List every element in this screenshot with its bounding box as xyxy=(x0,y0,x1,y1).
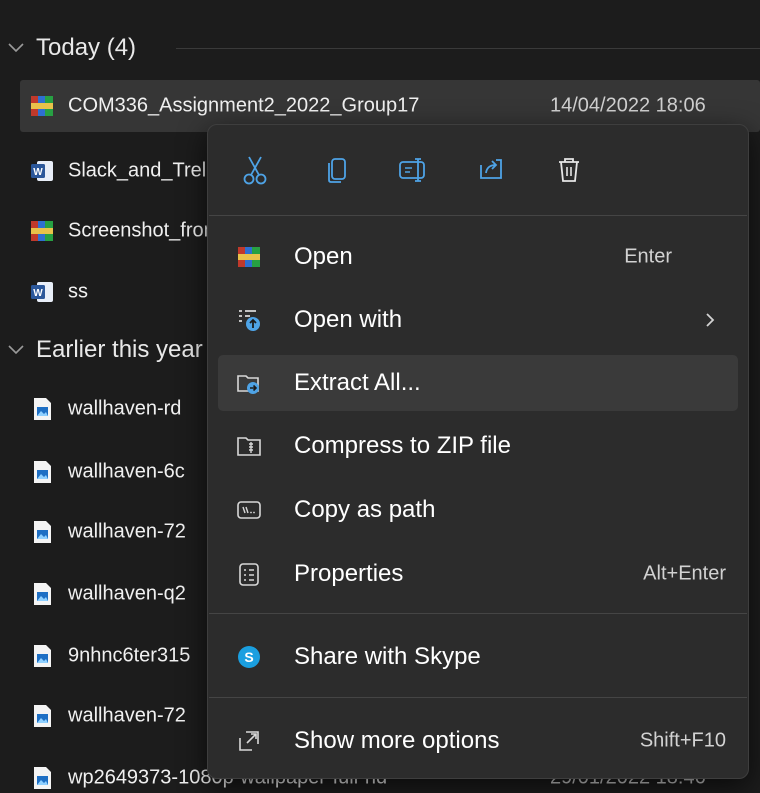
svg-text:W: W xyxy=(33,167,43,178)
menu-item-label: Share with Skype xyxy=(294,643,481,670)
file-name: Screenshot_from xyxy=(68,219,221,242)
share-button[interactable] xyxy=(466,139,516,201)
group-title: Today (4) xyxy=(36,34,137,61)
file-name: wallhaven-6c xyxy=(68,460,185,483)
winrar-archive-icon xyxy=(31,221,53,241)
menu-item-label: Compress to ZIP file xyxy=(294,432,511,459)
zip-folder-icon xyxy=(237,437,261,456)
copy-path-icon xyxy=(237,501,261,519)
cut-button[interactable] xyxy=(230,139,280,201)
menu-item-label: Open xyxy=(294,243,353,270)
file-date: 14/04/2022 18:06 xyxy=(550,94,706,117)
file-name: wallhaven-72 xyxy=(68,520,186,543)
image-file-icon xyxy=(34,521,51,543)
file-explorer-window: Today (4) COM336_Assignment2_2022_Group1… xyxy=(0,0,760,793)
skype-icon: S xyxy=(238,646,260,668)
menu-item-shortcut: Enter xyxy=(624,245,672,268)
menu-item-shortcut: Alt+Enter xyxy=(643,562,726,585)
file-name: 9nhnc6ter315 xyxy=(68,644,191,667)
file-name: wallhaven-q2 xyxy=(68,582,186,605)
image-file-icon xyxy=(34,461,51,483)
menu-item-shortcut: Shift+F10 xyxy=(639,729,726,752)
menu-item-open[interactable]: Open Enter xyxy=(218,229,738,285)
menu-item-label: Copy as path xyxy=(294,496,436,523)
chevron-right-icon xyxy=(706,313,715,327)
copy-button[interactable] xyxy=(312,139,362,201)
menu-item-copy-as-path[interactable]: Copy as path xyxy=(218,482,738,538)
extract-folder-icon xyxy=(237,375,259,394)
share-icon xyxy=(480,159,502,179)
chevron-down-icon[interactable] xyxy=(6,341,26,359)
file-name: Slack_and_Trello xyxy=(68,159,222,182)
rename-button[interactable] xyxy=(388,139,438,201)
menu-item-properties[interactable]: Properties Alt+Enter xyxy=(218,546,738,602)
open-with-icon xyxy=(239,310,260,331)
context-menu-toolbar xyxy=(218,139,618,201)
menu-item-label: Properties xyxy=(294,560,404,587)
delete-button[interactable] xyxy=(544,139,594,201)
show-more-icon xyxy=(239,731,259,751)
rename-icon xyxy=(399,158,425,182)
group-header-today[interactable]: Today (4) xyxy=(0,28,760,68)
menu-separator xyxy=(209,215,747,216)
file-name: wallhaven-72 xyxy=(68,704,186,727)
image-file-icon xyxy=(34,583,51,605)
group-title: Earlier this year xyxy=(36,336,203,363)
menu-item-extract-all[interactable]: Extract All... xyxy=(218,355,738,411)
copy-icon xyxy=(328,158,346,183)
menu-item-open-with[interactable]: Open with xyxy=(218,292,738,348)
word-document-icon: W xyxy=(31,282,53,302)
image-file-icon xyxy=(34,705,51,727)
menu-item-share-skype[interactable]: S Share with Skype xyxy=(218,629,738,685)
file-name: wallhaven-rd xyxy=(68,397,182,420)
file-name: ss xyxy=(68,280,88,303)
image-file-icon xyxy=(34,645,51,667)
word-document-icon: W xyxy=(31,161,53,181)
menu-separator xyxy=(209,697,747,698)
group-divider xyxy=(176,48,760,49)
menu-item-label: Open with xyxy=(294,306,403,333)
chevron-down-icon[interactable] xyxy=(6,39,26,57)
cut-icon xyxy=(243,156,267,185)
menu-item-compress-zip[interactable]: Compress to ZIP file xyxy=(218,418,738,474)
image-file-icon xyxy=(34,398,51,420)
menu-item-label: Extract All... xyxy=(294,369,421,396)
winrar-archive-icon xyxy=(238,247,260,267)
svg-text:S: S xyxy=(244,649,253,665)
menu-separator xyxy=(209,613,747,614)
delete-icon xyxy=(559,158,579,182)
svg-text:W: W xyxy=(33,288,43,299)
properties-icon xyxy=(239,563,259,586)
image-file-icon xyxy=(34,767,51,789)
winrar-archive-icon xyxy=(31,96,53,116)
context-menu: Open Enter Open with Extract All... Comp… xyxy=(207,124,749,779)
menu-item-label: Show more options xyxy=(294,727,500,754)
file-name: COM336_Assignment2_2022_Group17 xyxy=(68,94,420,117)
menu-item-show-more-options[interactable]: Show more options Shift+F10 xyxy=(218,713,738,769)
